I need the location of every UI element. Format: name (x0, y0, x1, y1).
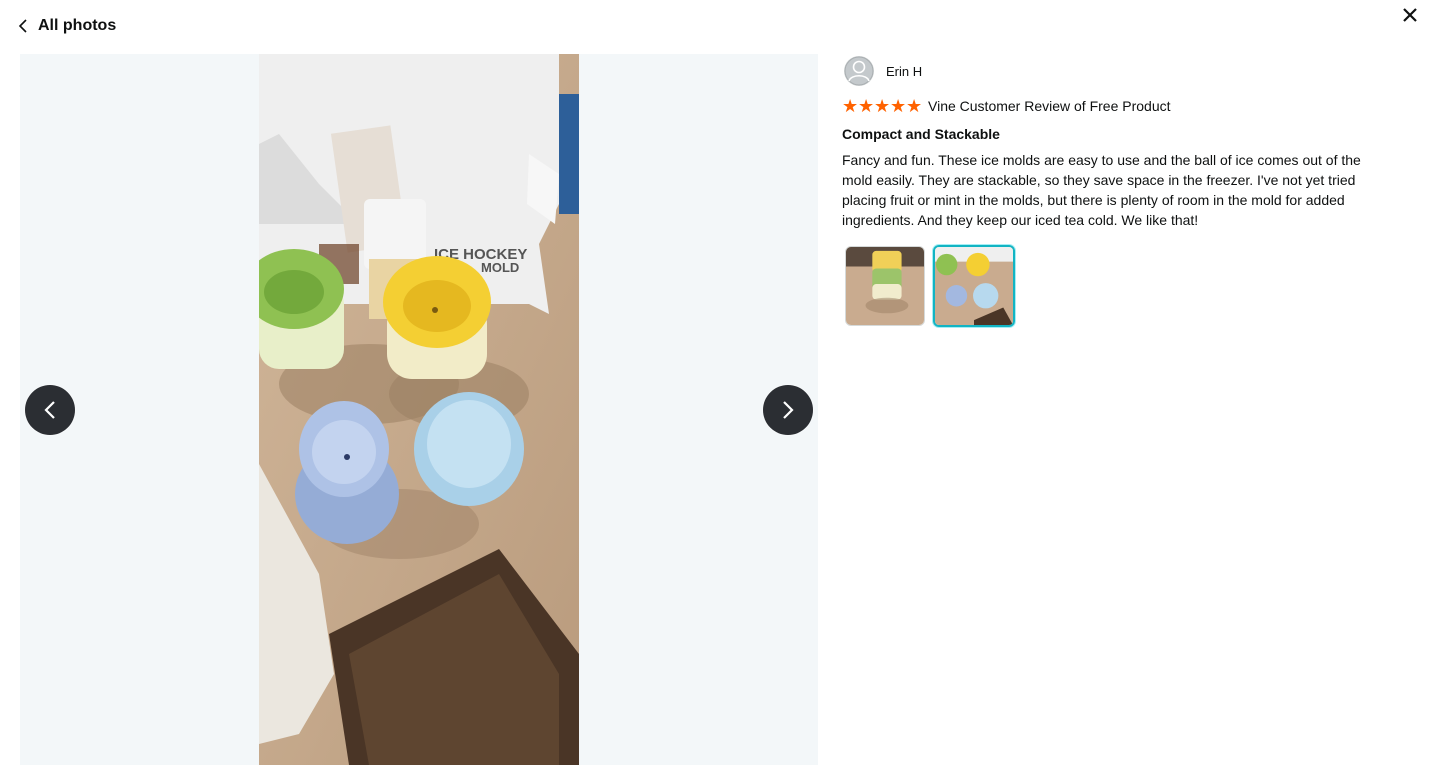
review-panel: Erin H ★ ★ ★ ★ ★ Vine Customer Review of… (842, 54, 1387, 327)
star-icon: ★ (858, 96, 875, 116)
star-icon: ★ (890, 96, 907, 116)
next-photo-button[interactable] (763, 385, 813, 435)
photo-viewer: ICE HOCKEY MOLD (20, 54, 818, 765)
review-title: Compact and Stackable (842, 126, 1000, 142)
thumbnail-2[interactable] (933, 245, 1015, 327)
reviewer-name[interactable]: Erin H (886, 64, 922, 79)
user-avatar-icon (844, 56, 874, 86)
review-body: Fancy and fun. These ice molds are easy … (842, 152, 1361, 228)
review-photo: ICE HOCKEY MOLD (259, 54, 579, 765)
reviewer-profile[interactable]: Erin H (844, 54, 1387, 88)
svg-text:MOLD: MOLD (481, 260, 519, 275)
star-icon: ★ (842, 96, 859, 116)
star-icon: ★ (906, 96, 923, 116)
star-icon: ★ (874, 96, 891, 116)
all-photos-back-link[interactable]: All photos (18, 14, 116, 38)
thumbnail-1[interactable] (845, 246, 925, 326)
chevron-right-icon (783, 401, 794, 419)
back-link-label: All photos (38, 17, 117, 34)
thumbnail-strip (845, 245, 1387, 327)
chevron-left-icon (44, 401, 55, 419)
avatar (844, 56, 874, 86)
close-button[interactable] (1399, 4, 1421, 26)
stacked-molds-thumbnail (846, 247, 924, 325)
close-icon (1403, 8, 1417, 22)
four-molds-thumbnail (935, 247, 1013, 325)
star-rating: ★ ★ ★ ★ ★ (842, 96, 923, 116)
previous-photo-button[interactable] (25, 385, 75, 435)
vine-badge: Vine Customer Review of Free Product (928, 98, 1171, 114)
rating-row: ★ ★ ★ ★ ★ Vine Customer Review of Free P… (842, 96, 1387, 116)
chevron-left-icon (18, 19, 27, 33)
